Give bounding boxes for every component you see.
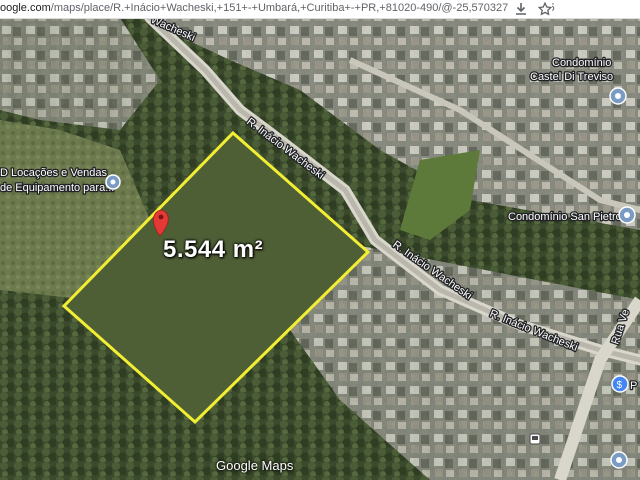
place-label-locacoes-line1[interactable]: D Locações e Vendas <box>0 166 109 181</box>
place-label-p[interactable]: P <box>629 379 639 394</box>
url-path: /maps/place/R.+Inácio+Wacheski,+151+-+Um… <box>50 2 555 14</box>
address-bar[interactable]: oogle.com/maps/place/R.+Inácio+Wacheski,… <box>0 0 640 19</box>
download-icon[interactable] <box>514 2 528 16</box>
place-marker-san-pietro[interactable] <box>618 206 636 224</box>
star-icon[interactable] <box>538 2 552 16</box>
place-marker-bottom-right[interactable] <box>610 451 628 469</box>
svg-text:$: $ <box>617 380 623 391</box>
place-marker-castel[interactable] <box>609 87 627 105</box>
google-maps-watermark: Google Maps <box>216 458 294 473</box>
url-host: oogle.com <box>0 2 51 14</box>
plot-area-label: 5.544 m² <box>163 236 264 263</box>
address-bar-actions <box>508 0 552 18</box>
place-label-locacoes-line2[interactable]: de Equipamento para... <box>0 181 116 196</box>
place-marker-locacoes[interactable] <box>105 174 121 190</box>
satellite-map[interactable]: R. Inácio Wacheski R. Inácio Wacheski R.… <box>0 18 640 480</box>
place-label-castel-line1[interactable]: Condomínio <box>551 56 613 71</box>
place-marker-bank[interactable]: $ <box>611 375 629 393</box>
place-label-san-pietro[interactable]: Condomínio San Pietro <box>507 210 623 225</box>
bus-stop-icon[interactable] <box>529 433 541 445</box>
place-label-castel-line2[interactable]: Castel Di Treviso <box>529 70 615 85</box>
url-text[interactable]: oogle.com/maps/place/R.+Inácio+Wacheski,… <box>0 2 555 14</box>
